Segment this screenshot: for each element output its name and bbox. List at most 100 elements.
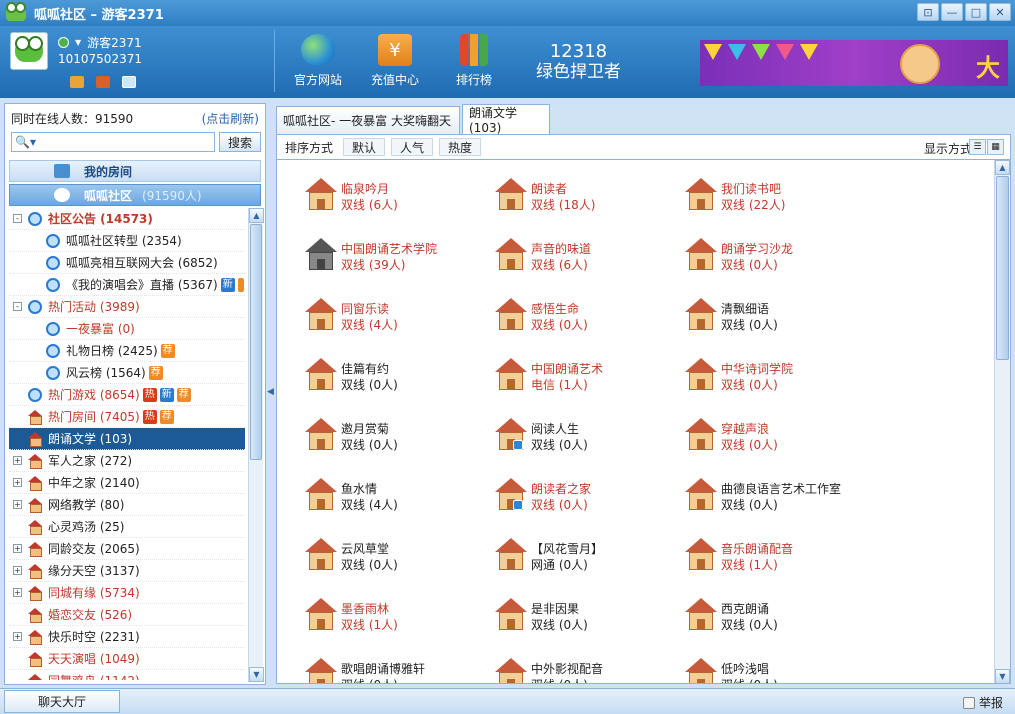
nav-ranking[interactable]: 排行榜 [456, 34, 492, 88]
sort-popularity-button[interactable]: 人气 [391, 138, 434, 156]
tree-item[interactable]: 热门房间 (7405) 热荐 [9, 406, 245, 428]
ad-banner[interactable]: 大 [700, 40, 1008, 86]
room-item[interactable]: 西克朗诵 双线 (0人) [685, 596, 865, 636]
refresh-link[interactable]: (点击刷新) [202, 110, 259, 127]
sort-heat-button[interactable]: 热度 [439, 138, 482, 156]
scroll-up-button[interactable]: ▲ [249, 208, 264, 223]
room-item[interactable]: 朗读者 双线 (18人) [495, 176, 675, 216]
scroll-thumb[interactable] [250, 224, 262, 460]
room-item[interactable]: 临泉吟月 双线 (6人) [305, 176, 485, 216]
tab-community[interactable]: 呱呱社区- 一夜暴富 大奖嗨翻天 [276, 106, 460, 134]
room-scroll-thumb[interactable] [996, 176, 1009, 360]
tree-item-label: 网络教学 (80) [48, 498, 125, 512]
expand-icon[interactable]: + [13, 478, 22, 487]
tree-item[interactable]: - 热门活动 (3989) [9, 296, 245, 318]
room-item[interactable]: 朗诵学习沙龙 双线 (0人) [685, 236, 865, 276]
tree-scrollbar[interactable]: ▲ ▼ [248, 208, 264, 682]
room-item[interactable]: 感悟生命 双线 (0人) [495, 296, 675, 336]
room-item[interactable]: 佳篇有约 双线 (0人) [305, 356, 485, 396]
window-icon[interactable] [122, 76, 136, 88]
expand-icon[interactable]: + [13, 632, 22, 641]
minimize-button[interactable]: — [941, 3, 963, 21]
room-item[interactable]: 中华诗词学院 双线 (0人) [685, 356, 865, 396]
status-dropdown-icon[interactable]: ▼ [75, 38, 81, 47]
tree-item[interactable]: + 缘分天空 (3137) [9, 560, 245, 582]
room-scroll-up-button[interactable]: ▲ [995, 160, 1010, 175]
room-item[interactable]: 穿越声浪 双线 (0人) [685, 416, 865, 456]
tree-item[interactable]: + 军人之家 (272) [9, 450, 245, 472]
room-item[interactable]: 【风花雪月】 网通 (0人) [495, 536, 675, 576]
grid-view-icon[interactable]: ▦ [987, 139, 1004, 155]
close-button[interactable]: ✕ [989, 3, 1011, 21]
tab-recitation[interactable]: 朗诵文学 (103) [462, 104, 550, 135]
avatar[interactable] [10, 32, 48, 70]
room-item[interactable]: 阅读人生 双线 (0人) [495, 416, 675, 456]
room-item[interactable]: 音乐朗诵配音 双线 (1人) [685, 536, 865, 576]
tree-item[interactable]: 呱呱社区转型 (2354) [9, 230, 245, 252]
room-item[interactable]: 中国朗诵艺术学院 双线 (39人) [305, 236, 485, 276]
room-item[interactable]: 朗读者之家 双线 (0人) [495, 476, 675, 516]
collapse-arrow-icon[interactable]: ◀ [267, 387, 274, 397]
room-item[interactable]: 歌唱朗诵博雅轩双线 (0人) [305, 656, 485, 683]
tree-item[interactable]: + 中年之家 (2140) [9, 472, 245, 494]
tree-item[interactable]: 热门游戏 (8654) 热新荐 [9, 384, 245, 406]
expand-icon[interactable]: + [13, 456, 22, 465]
search-button[interactable]: 搜索 [219, 132, 261, 152]
room-item[interactable]: 云风草堂 双线 (0人) [305, 536, 485, 576]
nav-official-site[interactable]: 官方网站 [294, 34, 342, 88]
room-item[interactable]: 墨香雨林 双线 (1人) [305, 596, 485, 636]
collapse-icon[interactable]: - [13, 214, 22, 223]
scroll-down-button[interactable]: ▼ [249, 667, 264, 682]
room-item[interactable]: 鱼水情 双线 (4人) [305, 476, 485, 516]
expand-icon[interactable]: + [13, 544, 22, 553]
room-item[interactable]: 中外影视配音双线 (0人) [495, 656, 675, 683]
tree-item[interactable]: 一夜暴富 (0) [9, 318, 245, 340]
tree-item[interactable]: 婚恋交友 (526) [9, 604, 245, 626]
tree-item[interactable]: + 快乐时空 (2231) [9, 626, 245, 648]
room-item[interactable]: 是非因果 双线 (0人) [495, 596, 675, 636]
room-item[interactable]: 低吟浅唱双线 (0人) [685, 656, 865, 683]
chat-lobby-button[interactable]: 聊天大厅 [4, 690, 120, 713]
room-item[interactable]: 同窗乐读 双线 (4人) [305, 296, 485, 336]
search-input[interactable]: 🔍▾ [11, 132, 215, 152]
gift-icon[interactable] [96, 76, 110, 88]
room-item[interactable]: 我们读书吧 双线 (22人) [685, 176, 865, 216]
money-bag-icon[interactable] [70, 76, 84, 88]
sort-default-button[interactable]: 默认 [343, 138, 386, 156]
search-icon[interactable]: 🔍▾ [15, 135, 37, 149]
tree-item[interactable]: - 社区公告 (14573) [9, 208, 245, 230]
window-restore-button[interactable]: ⊡ [917, 3, 939, 21]
list-view-icon[interactable]: ☰ [969, 139, 986, 155]
room-item[interactable]: 声音的味道 双线 (6人) [495, 236, 675, 276]
tree-item[interactable]: 《我的演唱会》直播 (5367) 新 [9, 274, 245, 296]
tree-item[interactable]: + 同城有缘 (5734) [9, 582, 245, 604]
nav-recharge[interactable]: ¥ 充值中心 [371, 34, 419, 88]
room-name: 云风草堂 [341, 542, 390, 556]
room-scrollbar[interactable]: ▲ ▼ [994, 160, 1010, 683]
maximize-button[interactable]: □ [965, 3, 987, 21]
room-item[interactable]: 曲德良语言艺术工作室 双线 (0人) [685, 476, 865, 516]
expand-icon[interactable]: + [13, 500, 22, 509]
room-item[interactable]: 中国朗诵艺术 电信 (1人) [495, 356, 675, 396]
room-item[interactable]: 邀月赏菊 双线 (0人) [305, 416, 485, 456]
expand-icon[interactable]: + [13, 588, 22, 597]
tree-item[interactable]: + 网络教学 (80) [9, 494, 245, 516]
online-status-icon[interactable] [58, 37, 69, 48]
expand-icon[interactable]: + [13, 566, 22, 575]
tree-item[interactable]: 心灵鸡汤 (25) [9, 516, 245, 538]
community-header[interactable]: 呱呱社区 (91590人) [9, 184, 261, 206]
room-info: 双线 (0人) [721, 318, 778, 332]
tree-item[interactable]: 天天演唱 (1049) [9, 648, 245, 670]
room-item[interactable]: 清飘细语 双线 (0人) [685, 296, 865, 336]
room-scroll-down-button[interactable]: ▼ [995, 669, 1010, 683]
tree-item[interactable]: 同舞鸡舟 (1142) [9, 670, 245, 680]
collapse-icon[interactable]: - [13, 302, 22, 311]
report-button[interactable]: 举报 [962, 694, 1003, 711]
tree-item[interactable]: + 同龄交友 (2065) [9, 538, 245, 560]
tree-item[interactable]: 礼物日榜 (2425) 荐 [9, 340, 245, 362]
my-room-header[interactable]: 我的房间 [9, 160, 261, 182]
panel-splitter[interactable]: ◀ [267, 103, 274, 685]
tree-item[interactable]: 呱呱亮相互联网大会 (6852) [9, 252, 245, 274]
tree-item[interactable]: 风云榜 (1564) 荐 [9, 362, 245, 384]
tree-item[interactable]: 朗诵文学 (103) [9, 428, 245, 450]
